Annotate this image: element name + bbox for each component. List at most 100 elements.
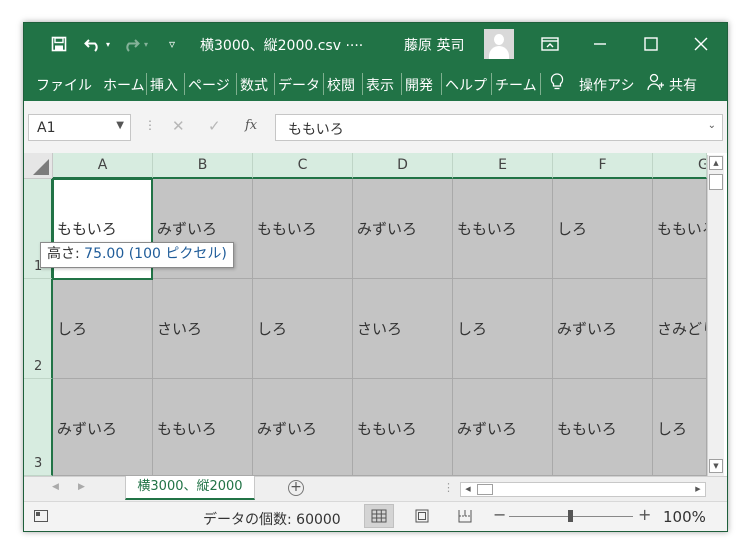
horizontal-scroll-thumb[interactable] xyxy=(477,484,493,495)
zoom-in-icon[interactable]: + xyxy=(638,505,651,524)
select-all-corner[interactable] xyxy=(24,153,53,179)
cell-d2[interactable]: さいろ xyxy=(353,279,453,379)
normal-view-icon[interactable] xyxy=(364,504,394,528)
title-ellipsis: ···· xyxy=(345,38,364,54)
tab-file[interactable]: ファイル xyxy=(36,75,92,95)
vertical-scrollbar[interactable]: ▲ ▼ xyxy=(707,155,724,476)
zoom-level[interactable]: 100% xyxy=(663,508,706,526)
cell-f2[interactable]: みずいろ xyxy=(553,279,653,379)
ribbon-tabs: ファイル ホーム 挿入 ページ 数式 データ 校閲 表示 開発 ヘルプ チーム … xyxy=(24,65,727,101)
cell-b2[interactable]: さいろ xyxy=(153,279,253,379)
expand-formula-icon[interactable]: ⌄ xyxy=(708,120,716,131)
tab-data[interactable]: データ xyxy=(278,75,320,95)
page-layout-view-icon[interactable] xyxy=(407,504,437,528)
title-bar: ▾ ▾ ▿ 横3000、縦2000.csv ···· 藤原 英司 xyxy=(24,23,727,65)
column-header-g[interactable]: G xyxy=(653,153,707,179)
tell-me-search[interactable]: 操作アシ xyxy=(579,75,634,95)
chevron-down-icon[interactable]: ▼ xyxy=(116,120,124,131)
tab-team[interactable]: チーム xyxy=(495,75,537,95)
row-header-2[interactable]: 2 xyxy=(24,279,53,379)
data-count: データの個数: 60000 xyxy=(203,512,341,528)
zoom-out-icon[interactable]: − xyxy=(493,505,506,524)
ribbon-display-options-icon[interactable] xyxy=(526,23,574,65)
tab-home[interactable]: ホーム xyxy=(103,75,145,95)
minimize-icon[interactable] xyxy=(576,23,624,65)
formula-bar: A1 ▼ ⋮ ✕ ✓ fx ももいろ ⌄ xyxy=(24,101,727,153)
row-header-3[interactable]: 3 xyxy=(24,379,53,476)
scroll-left-icon[interactable]: ◀ xyxy=(461,483,475,496)
undo-dropdown-icon[interactable]: ▾ xyxy=(104,33,112,55)
cell-c2[interactable]: しろ xyxy=(253,279,353,379)
cell-e1[interactable]: ももいろ xyxy=(453,179,553,279)
column-header-b[interactable]: B xyxy=(153,153,253,179)
scroll-down-icon[interactable]: ▼ xyxy=(709,459,723,473)
user-avatar[interactable] xyxy=(484,29,514,59)
redo-dropdown-icon[interactable]: ▾ xyxy=(142,33,150,55)
tab-help[interactable]: ヘルプ xyxy=(445,75,487,95)
cell-f3[interactable]: ももいろ xyxy=(553,379,653,476)
zoom-slider-thumb[interactable] xyxy=(568,510,573,522)
horizontal-scrollbar[interactable]: ◀ ▶ xyxy=(460,482,706,497)
undo-icon[interactable] xyxy=(82,33,104,55)
cell-a3[interactable]: みずいろ xyxy=(53,379,153,476)
drag-handle-icon[interactable]: ⋮ xyxy=(144,118,156,132)
cell-b3[interactable]: ももいろ xyxy=(153,379,253,476)
cell-g3[interactable]: しろ xyxy=(653,379,707,476)
cell-d3[interactable]: ももいろ xyxy=(353,379,453,476)
column-header-c[interactable]: C xyxy=(253,153,353,179)
scroll-up-icon[interactable]: ▲ xyxy=(709,156,723,170)
sheet-tab-active[interactable]: 横3000、縦2000 xyxy=(125,476,255,500)
worksheet-grid: A B C D E F G 1 2 3 ももいろ みずいろ ももいろ みずいろ … xyxy=(24,153,727,476)
tab-formulas[interactable]: 数式 xyxy=(240,75,268,95)
cell-e2[interactable]: しろ xyxy=(453,279,553,379)
tooltip-label: 高さ: xyxy=(47,246,85,262)
tab-review[interactable]: 校閲 xyxy=(327,75,355,95)
formula-input[interactable]: ももいろ ⌄ xyxy=(275,114,723,141)
cell-g1[interactable]: ももいろ xyxy=(653,179,707,279)
insert-function-icon[interactable]: fx xyxy=(245,118,257,133)
maximize-icon[interactable] xyxy=(627,23,675,65)
name-box-value: A1 xyxy=(37,120,56,136)
sheet-tab-bar: ◀ ▶ 横3000、縦2000 + ⋮ ◀ ▶ xyxy=(24,476,727,501)
redo-icon[interactable] xyxy=(120,33,142,55)
tab-developer[interactable]: 開発 xyxy=(405,75,433,95)
person-add-icon[interactable] xyxy=(647,73,665,95)
name-box[interactable]: A1 ▼ xyxy=(28,114,131,141)
cell-c3[interactable]: みずいろ xyxy=(253,379,353,476)
save-icon[interactable] xyxy=(48,33,70,55)
cell-e3[interactable]: みずいろ xyxy=(453,379,553,476)
column-header-f[interactable]: F xyxy=(553,153,653,179)
user-name[interactable]: 藤原 英司 xyxy=(404,35,464,55)
excel-window: ▾ ▾ ▿ 横3000、縦2000.csv ···· 藤原 英司 ファイル ホー… xyxy=(23,22,728,532)
document-title: 横3000、縦2000.csv ···· xyxy=(200,38,364,54)
close-icon[interactable] xyxy=(677,23,725,65)
macro-recording-icon[interactable] xyxy=(34,510,48,522)
column-header-e[interactable]: E xyxy=(453,153,553,179)
tab-page-layout[interactable]: ページ xyxy=(188,75,230,95)
column-header-d[interactable]: D xyxy=(353,153,453,179)
vertical-scroll-thumb[interactable] xyxy=(709,174,723,190)
tab-split-handle-icon[interactable]: ⋮ xyxy=(443,481,454,494)
column-header-a[interactable]: A xyxy=(53,153,153,179)
sheet-next-icon[interactable]: ▶ xyxy=(78,482,85,492)
cell-c1[interactable]: ももいろ xyxy=(253,179,353,279)
add-sheet-icon[interactable]: + xyxy=(288,480,304,496)
lightbulb-icon[interactable] xyxy=(550,73,564,95)
sheet-prev-icon[interactable]: ◀ xyxy=(52,482,59,492)
tab-view[interactable]: 表示 xyxy=(366,75,394,95)
scroll-right-icon[interactable]: ▶ xyxy=(691,483,705,496)
enter-check-icon[interactable]: ✓ xyxy=(208,117,221,135)
formula-content: ももいろ xyxy=(288,122,344,138)
share-button[interactable]: 共有 xyxy=(669,75,697,95)
row-height-tooltip: 高さ: 75.00 (100 ピクセル) xyxy=(40,242,234,268)
cell-f1[interactable]: しろ xyxy=(553,179,653,279)
cell-g2[interactable]: さみどり xyxy=(653,279,707,379)
tab-insert[interactable]: 挿入 xyxy=(150,75,178,95)
cell-a2[interactable]: しろ xyxy=(53,279,153,379)
cell-d1[interactable]: みずいろ xyxy=(353,179,453,279)
customize-qat-icon[interactable]: ▿ xyxy=(164,33,180,55)
page-break-view-icon[interactable] xyxy=(450,504,480,528)
cancel-icon[interactable]: ✕ xyxy=(172,117,185,135)
status-bar: データの個数: 60000 − + 100% xyxy=(24,501,727,531)
tooltip-value: 75.00 (100 ピクセル) xyxy=(84,246,227,262)
